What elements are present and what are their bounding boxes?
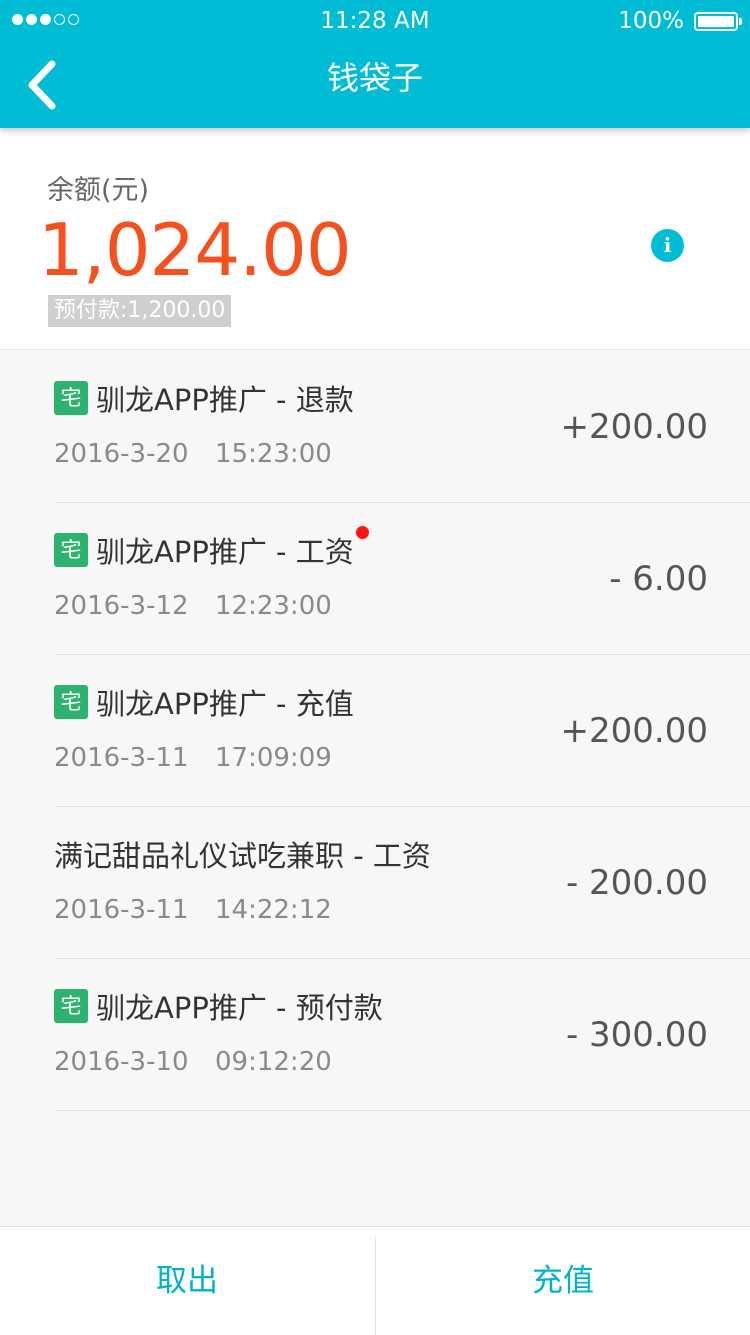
- transaction-title: 驯龙APP推广 - 充值: [96, 687, 354, 721]
- status-bar: 11:28 AM 100%: [0, 0, 750, 44]
- transaction-date: 2016-3-20: [54, 439, 189, 469]
- balance-panel: 余额(元) 1,024.00 预付款:1,200.00: [0, 128, 750, 350]
- transaction-amount: - 300.00: [565, 1015, 708, 1055]
- transaction-row[interactable]: 宅驯龙APP推广 - 预付款 2016-3-10 09:12:20 - 300.00: [0, 959, 750, 1111]
- transaction-date: 2016-3-11: [54, 743, 189, 773]
- recharge-button[interactable]: 充值: [376, 1227, 750, 1335]
- house-tag-badge: 宅: [54, 381, 88, 415]
- transaction-title-line: 宅驯龙APP推广 - 预付款: [54, 987, 383, 1025]
- transaction-time: 15:23:00: [215, 439, 332, 469]
- footer-bar: 取出 充值: [0, 1226, 750, 1335]
- transaction-amount: +200.00: [560, 407, 708, 447]
- prepaid-badge: 预付款:1,200.00: [48, 295, 232, 327]
- transaction-row[interactable]: 宅驯龙APP推广 - 工资 2016-3-12 12:23:00 - 6.00: [0, 503, 750, 655]
- info-icon[interactable]: i: [651, 229, 684, 262]
- house-tag-badge: 宅: [54, 533, 88, 567]
- app-header: 11:28 AM 100% 钱袋子: [0, 0, 750, 128]
- unread-dot: [355, 526, 369, 539]
- transaction-date: 2016-3-10: [54, 1047, 189, 1077]
- transaction-date: 2016-3-12: [54, 591, 189, 621]
- transaction-title: 驯龙APP推广 - 工资: [96, 535, 354, 569]
- row-divider: [55, 1110, 750, 1111]
- transaction-title: 驯龙APP推广 - 预付款: [96, 991, 383, 1025]
- transaction-title: 驯龙APP推广 - 退款: [96, 383, 354, 417]
- transaction-title-line: 宅驯龙APP推广 - 退款: [54, 379, 354, 417]
- page-title: 钱袋子: [326, 59, 423, 97]
- battery-icon: [694, 12, 742, 31]
- transaction-time: 14:22:12: [215, 895, 332, 925]
- balance-label: 余额(元): [47, 175, 150, 206]
- transaction-time: 17:09:09: [215, 743, 332, 773]
- house-tag-badge: 宅: [54, 685, 88, 719]
- transaction-date: 2016-3-11: [54, 895, 189, 925]
- transaction-time: 12:23:00: [215, 591, 332, 621]
- balance-amount: 1,024.00: [38, 208, 352, 292]
- transaction-row[interactable]: 满记甜品礼仪试吃兼职 - 工资 2016-3-11 14:22:12 - 200.00: [0, 807, 750, 959]
- transaction-amount: - 200.00: [565, 863, 708, 903]
- transaction-amount: +200.00: [560, 711, 708, 751]
- transaction-time: 09:12:20: [215, 1047, 332, 1077]
- transaction-title-line: 满记甜品礼仪试吃兼职 - 工资: [54, 835, 431, 873]
- withdraw-button[interactable]: 取出: [0, 1227, 374, 1335]
- transaction-title-line: 宅驯龙APP推广 - 工资: [54, 526, 369, 569]
- battery-percent: 100%: [618, 8, 684, 34]
- transaction-amount: - 6.00: [609, 559, 708, 599]
- transaction-title: 满记甜品礼仪试吃兼职 - 工资: [54, 839, 431, 873]
- transaction-row[interactable]: 宅驯龙APP推广 - 充值 2016-3-11 17:09:09 +200.00: [0, 655, 750, 807]
- transaction-row[interactable]: 宅驯龙APP推广 - 退款 2016-3-20 15:23:00 +200.00: [0, 351, 750, 503]
- house-tag-badge: 宅: [54, 989, 88, 1023]
- transaction-title-line: 宅驯龙APP推广 - 充值: [54, 683, 354, 721]
